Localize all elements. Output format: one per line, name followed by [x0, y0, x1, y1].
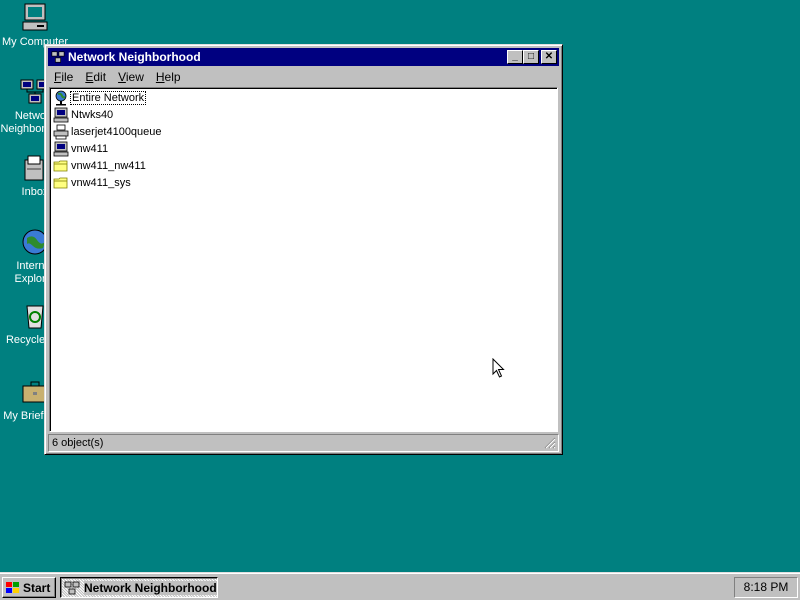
computer-icon	[53, 141, 69, 157]
list-item-label: laserjet4100queue	[71, 126, 162, 138]
minimize-button[interactable]: _	[507, 50, 523, 64]
taskbar: Start Network Neighborhood 8:18 PM	[0, 572, 800, 600]
clock[interactable]: 8:18 PM	[744, 580, 789, 594]
taskbar-button-label: Network Neighborhood	[84, 580, 217, 595]
network-neighborhood-window[interactable]: Network Neighborhood _ □ ✕ File Edit Vie…	[44, 44, 563, 455]
desktop-icon-my-computer[interactable]: My Computer	[0, 2, 70, 49]
window-title: Network Neighborhood	[68, 50, 201, 64]
list-item-vnw411-sys[interactable]: vnw411_sys	[53, 175, 131, 191]
system-tray: 8:18 PM	[734, 577, 798, 598]
globe-network-icon	[55, 90, 67, 106]
maximize-icon: □	[527, 51, 535, 62]
menu-help[interactable]: Help	[150, 70, 187, 84]
menu-file[interactable]: File	[48, 70, 79, 84]
network-neighborhood-icon	[64, 581, 80, 594]
my-computer-icon	[22, 3, 48, 31]
taskbar-button-network-neighborhood[interactable]: Network Neighborhood	[60, 577, 218, 598]
network-neighborhood-icon[interactable]	[51, 50, 65, 64]
window-titlebar[interactable]: Network Neighborhood _ □ ✕	[48, 48, 559, 66]
list-item-label: Entire Network	[69, 91, 147, 105]
folder-icon	[53, 177, 68, 189]
list-item-label: vnw411	[71, 143, 109, 155]
list-item-label: vnw411_sys	[71, 177, 131, 189]
mouse-cursor-icon	[492, 358, 505, 378]
menu-view[interactable]: View	[112, 70, 150, 84]
resize-grip-icon[interactable]	[544, 437, 556, 449]
list-item-label: Ntwks40	[71, 109, 114, 121]
status-text: 6 object(s)	[52, 437, 104, 449]
status-bar: 6 object(s)	[48, 434, 559, 452]
start-button[interactable]: Start	[2, 577, 56, 598]
list-item-ntwks40[interactable]: Ntwks40	[53, 107, 113, 123]
close-button[interactable]: ✕	[541, 50, 557, 64]
list-item-label: vnw411_nw411	[71, 160, 146, 172]
folder-icon	[53, 160, 68, 172]
minimize-icon: _	[512, 51, 518, 62]
list-item-vnw411[interactable]: vnw411	[53, 141, 108, 157]
computer-icon	[53, 107, 69, 123]
menu-bar: File Edit View Help	[48, 68, 559, 86]
windows-logo-icon	[6, 581, 19, 593]
maximize-button[interactable]: □	[523, 50, 539, 64]
printer-icon	[53, 124, 69, 140]
file-list[interactable]: Entire Network Ntwks40 laserjet4100queue	[49, 87, 558, 432]
start-label: Start	[23, 580, 51, 595]
list-item-entire-network[interactable]: Entire Network	[53, 90, 147, 106]
list-item-vnw411-nw411[interactable]: vnw411_nw411	[53, 158, 146, 174]
list-item-laserjet4100queue[interactable]: laserjet4100queue	[53, 124, 162, 140]
menu-edit[interactable]: Edit	[79, 70, 112, 84]
close-icon: ✕	[544, 51, 554, 62]
